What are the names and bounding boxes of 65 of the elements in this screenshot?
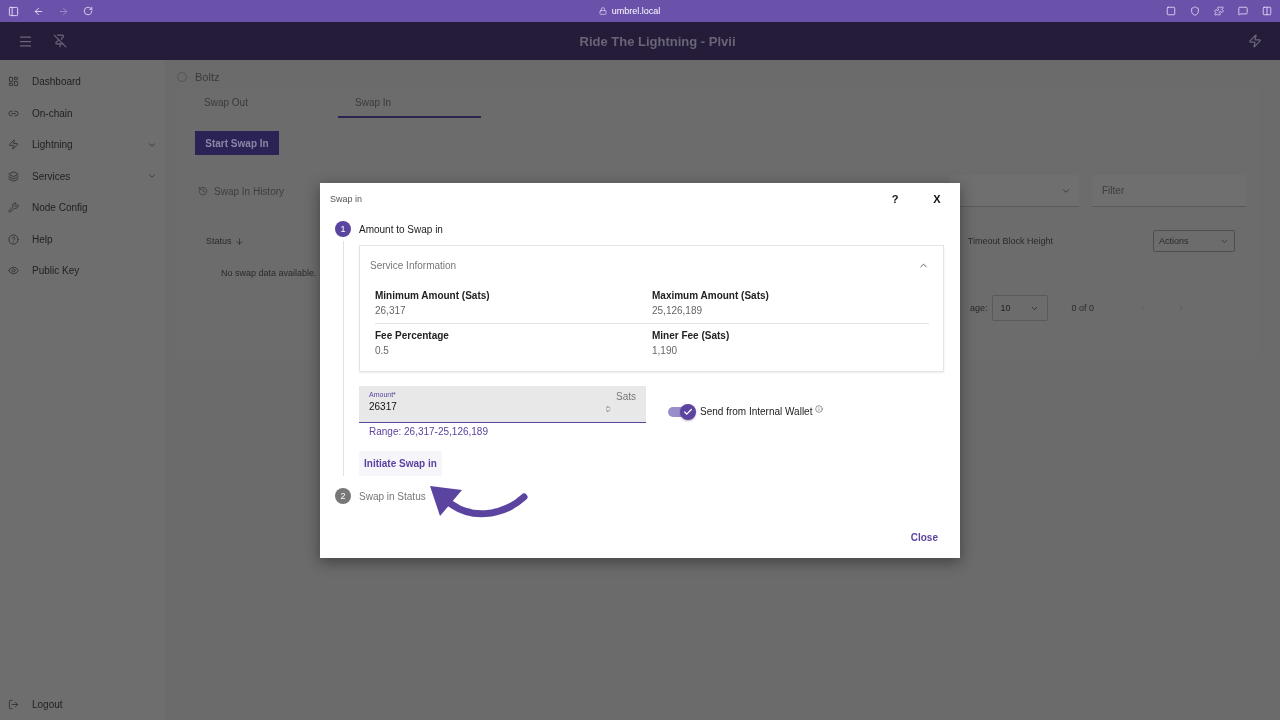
lightning-icon[interactable] [1248, 34, 1262, 48]
sort-arrow-icon[interactable] [234, 236, 244, 246]
toggle-label: Send from Internal Wallet [700, 406, 813, 417]
info-label: Minimum Amount (Sats) [375, 290, 491, 301]
info-value: 25,126,189 [652, 305, 704, 316]
sidebar-item[interactable]: Node Config [0, 192, 165, 224]
page-size-label: age: [970, 303, 988, 313]
column-header: Status [206, 236, 244, 246]
sidebar-toggle-icon[interactable] [8, 5, 19, 17]
step-number: 2 [335, 488, 351, 504]
back-icon[interactable] [33, 5, 44, 17]
eye-icon [8, 265, 19, 277]
lightning-icon [8, 139, 19, 151]
puzzle-icon[interactable] [1214, 6, 1224, 16]
sidebar-item[interactable]: Dashboard [0, 66, 165, 98]
amount-input[interactable]: 26317 [369, 401, 569, 412]
info-label: Miner Fee (Sats) [652, 330, 731, 341]
page-size-select[interactable]: 10 [991, 295, 1048, 321]
sidebar-item[interactable]: On-chain [0, 97, 165, 129]
step-number: 1 [335, 221, 351, 237]
step-label: Amount to Swap in [359, 223, 443, 235]
close-button[interactable]: X [930, 193, 944, 205]
sidebar-item[interactable]: Lightning [0, 129, 165, 161]
sidebar-item[interactable]: Public Key [0, 255, 165, 287]
check-icon [683, 406, 693, 417]
logout-item[interactable]: Logout [0, 688, 165, 720]
sidebar-item[interactable]: Services [0, 160, 165, 192]
actions-select[interactable]: Actions [1153, 230, 1235, 252]
unit-label: Sats [616, 391, 636, 404]
start-swap-button[interactable]: Start Swap In [195, 131, 279, 155]
extension-icon[interactable] [1166, 6, 1176, 16]
shield-icon[interactable] [1190, 6, 1200, 16]
reload-icon[interactable] [83, 6, 93, 16]
sidebar-item[interactable]: Help [0, 223, 165, 255]
close-button[interactable]: Close [904, 531, 944, 544]
info-value: 1,190 [652, 345, 679, 356]
stack-icon [8, 170, 19, 182]
forward-icon[interactable] [58, 5, 69, 17]
dashboard-icon [8, 76, 19, 88]
help-icon [8, 233, 19, 245]
app-title: Ride The Lightning - Plvii [578, 33, 737, 49]
toggle-switch[interactable] [668, 406, 694, 417]
initiate-swap-button[interactable]: Initiate Swap in [359, 451, 442, 476]
history-icon [198, 186, 208, 196]
logout-icon [8, 698, 19, 710]
info-value: 0.5 [375, 345, 390, 356]
info-icon[interactable] [815, 404, 824, 413]
step-label: Swap in Status [359, 490, 426, 502]
dialog-title: Swap in [330, 194, 364, 204]
info-label: Maximum Amount (Sats) [652, 290, 770, 301]
split-view-icon[interactable] [1262, 6, 1272, 16]
service-info-header[interactable]: Service Information [370, 246, 929, 284]
pin-icon[interactable] [53, 34, 67, 48]
tools-icon [8, 202, 19, 214]
lock-icon [598, 7, 607, 15]
url-text[interactable]: umbrel.local [611, 6, 661, 16]
column-header: Timeout Block Height [967, 236, 1053, 246]
chat-icon[interactable] [1238, 6, 1248, 16]
stepper-icon[interactable] [604, 405, 612, 413]
empty-message: No swap data available. [221, 268, 317, 278]
menu-icon[interactable] [18, 33, 33, 49]
info-value: 26,317 [375, 305, 407, 316]
info-label: Fee Percentage [375, 330, 450, 341]
help-button[interactable]: ? [888, 193, 902, 205]
range-hint: Range: 26,317-25,126,189 [368, 426, 489, 437]
